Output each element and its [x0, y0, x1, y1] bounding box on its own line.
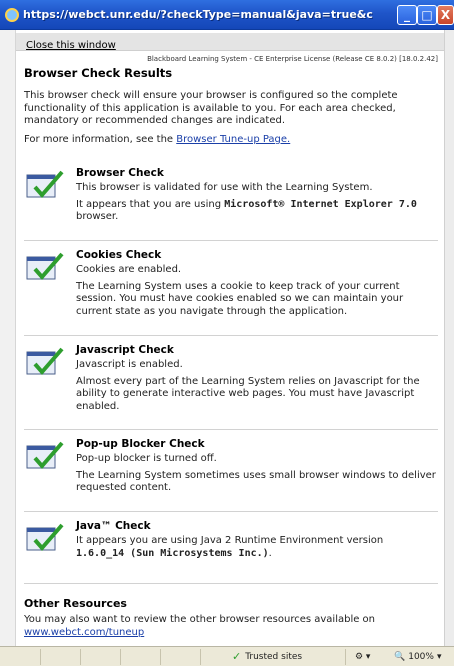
trusted-check-icon: ✓: [232, 650, 242, 663]
window-titlebar[interactable]: https://webct.unr.edu/?checkType=manual&…: [0, 0, 454, 30]
checkmark-icon: [26, 347, 64, 376]
security-zone[interactable]: ✓ Trusted sites: [232, 649, 302, 665]
more-info-prefix: For more information, see the: [24, 133, 177, 145]
cookies-check-status: Cookies are enabled.: [76, 264, 182, 275]
javascript-check-status: Javascript is enabled.: [76, 359, 183, 370]
checkmark-icon: [26, 441, 64, 470]
java-status-suffix: .: [268, 547, 272, 559]
java-check-status: It appears you are using Java 2 Runtime …: [76, 535, 438, 560]
browser-check-status: This browser is validated for use with t…: [76, 182, 373, 193]
browser-tuneup-link[interactable]: Browser Tune-up Page.: [176, 134, 290, 145]
other-resources-title: Other Resources: [24, 597, 127, 610]
java-status-text: It appears you are using Java 2 Runtime …: [76, 535, 384, 546]
status-separator: [80, 649, 81, 665]
browser-check-content: Blackboard Learning System - CE Enterpri…: [24, 54, 440, 145]
checkmark-icon: [26, 523, 64, 552]
intro-text: This browser check will ensure your brow…: [24, 90, 398, 126]
page-title: Browser Check Results: [24, 66, 173, 80]
tuneup-link[interactable]: www.webct.com/tuneup: [24, 627, 144, 638]
javascript-check-title: Javascript Check: [76, 344, 174, 356]
browser-check-title: Browser Check: [76, 167, 164, 179]
internet-explorer-icon: [5, 7, 19, 22]
checkmark-icon: [26, 252, 64, 281]
zoom-level: 100%: [408, 652, 434, 662]
browser-detail-prefix: It appears that you are using: [76, 198, 225, 210]
popup-check-title: Pop-up Blocker Check: [76, 438, 205, 450]
protected-mode-icon[interactable]: ⚙ ▾: [355, 649, 370, 665]
java-version: 1.6.0_14 (Sun Microsystems Inc.): [76, 547, 269, 559]
browser-name: Microsoft® Internet Explorer 7.0: [224, 198, 417, 210]
status-separator: [120, 649, 121, 665]
zoom-control[interactable]: 🔍 100% ▾: [394, 649, 441, 665]
browser-check-detail: It appears that you are using Microsoft®…: [76, 199, 438, 224]
more-info-text: For more information, see the Browser Tu…: [24, 134, 440, 145]
vertical-scrollbar[interactable]: [444, 30, 454, 646]
zone-label: Trusted sites: [245, 652, 303, 662]
status-separator: [40, 649, 41, 665]
license-text: Blackboard Learning System - CE Enterpri…: [147, 55, 438, 63]
status-separator: [200, 649, 201, 665]
javascript-check-detail: Almost every part of the Learning System…: [76, 375, 420, 412]
section-divider: [24, 335, 438, 336]
close-window-link[interactable]: Close this window: [16, 40, 116, 51]
cookies-check-title: Cookies Check: [76, 249, 162, 261]
status-separator: [345, 649, 346, 665]
chevron-down-icon: ▾: [436, 652, 442, 662]
status-bar: ✓ Trusted sites ⚙ ▾ 🔍 100% ▾: [0, 646, 454, 666]
cookies-check-detail: The Learning System uses a cookie to kee…: [76, 280, 404, 317]
other-resources-text: You may also want to review the other br…: [24, 614, 440, 639]
window-title: https://webct.unr.edu/?checkType=manual&…: [23, 8, 373, 21]
status-separator: [160, 649, 161, 665]
section-divider: [24, 583, 438, 584]
zoom-icon: 🔍: [394, 652, 406, 662]
other-resources-desc: You may also want to review the other br…: [24, 614, 376, 625]
minimize-button[interactable]: _: [397, 5, 417, 25]
left-frame-border: [0, 30, 16, 646]
maximize-button[interactable]: □: [417, 5, 437, 25]
java-check-title: Java™ Check: [76, 520, 151, 532]
popup-check-status: Pop-up blocker is turned off.: [76, 453, 217, 464]
close-window-button[interactable]: X: [437, 5, 454, 25]
section-divider: [24, 240, 438, 241]
close-link-bar: Close this window: [16, 33, 444, 51]
other-resources-section: Other Resources You may also want to rev…: [24, 597, 440, 639]
section-divider: [24, 429, 438, 430]
checkmark-icon: [26, 170, 64, 199]
popup-check-detail: The Learning System sometimes uses small…: [76, 469, 436, 494]
section-divider: [24, 511, 438, 512]
browser-detail-suffix: browser.: [76, 211, 119, 222]
